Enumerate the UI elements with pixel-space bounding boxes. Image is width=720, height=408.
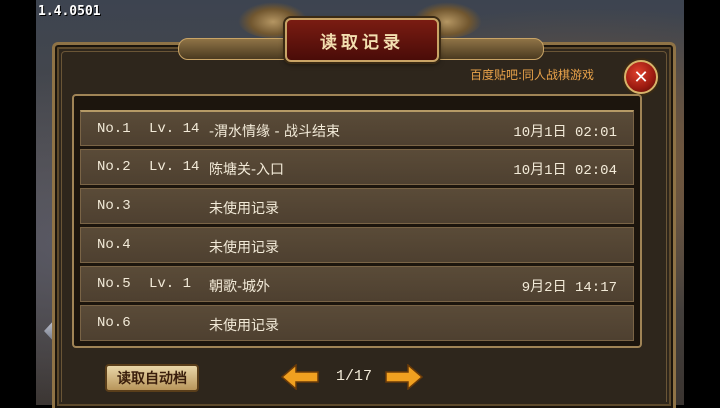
slot-level: Lv. 1 <box>149 276 192 292</box>
load-autosave-button[interactable]: 读取自动档 <box>105 364 199 392</box>
slot-level: Lv. 14 <box>149 121 200 137</box>
save-slot-1[interactable]: No.1 Lv. 14 -渭水情缘 - 战斗结束 10月1日 02:01 <box>80 110 634 146</box>
dialog-title: 读取记录 <box>285 18 439 62</box>
slot-level: Lv. 14 <box>149 159 200 175</box>
slot-number: No.5 <box>97 276 131 292</box>
next-page-arrow-icon[interactable] <box>384 364 424 390</box>
header-ornament-right <box>432 38 544 60</box>
save-slot-3[interactable]: No.3 未使用记录 <box>80 188 634 224</box>
slot-number: No.1 <box>97 121 131 137</box>
slot-location: 陈塘关-入口 <box>209 162 285 178</box>
save-slot-2[interactable]: No.2 Lv. 14 陈塘关-入口 10月1日 02:04 <box>80 149 634 185</box>
tagline-text: 百度贴吧:同人战棋游戏 <box>470 68 595 82</box>
version-label: 1.4.0501 <box>38 4 101 19</box>
slot-location: 未使用记录 <box>209 318 279 334</box>
slot-time: 9月2日 14:17 <box>521 280 617 296</box>
close-button[interactable]: ✕ <box>624 60 658 94</box>
prev-page-arrow-icon[interactable] <box>280 364 320 390</box>
slot-number: No.3 <box>97 198 131 214</box>
slot-location: -渭水情缘 - 战斗结束 <box>209 124 341 140</box>
save-slot-6[interactable]: No.6 未使用记录 <box>80 305 634 341</box>
slot-location: 朝歌-城外 <box>209 279 271 295</box>
slot-location: 未使用记录 <box>209 240 279 256</box>
slot-time: 10月1日 02:01 <box>513 125 617 141</box>
slot-number: No.4 <box>97 237 131 253</box>
save-slot-5[interactable]: No.5 Lv. 1 朝歌-城外 9月2日 14:17 <box>80 266 634 302</box>
slot-number: No.2 <box>97 159 131 175</box>
save-slot-list: No.1 Lv. 14 -渭水情缘 - 战斗结束 10月1日 02:01 No.… <box>72 94 642 348</box>
slot-location: 未使用记录 <box>209 201 279 217</box>
slot-time: 10月1日 02:04 <box>513 163 617 179</box>
slot-number: No.6 <box>97 315 131 331</box>
page-indicator: 1/17 <box>335 368 372 385</box>
save-slot-4[interactable]: No.4 未使用记录 <box>80 227 634 263</box>
header-ornament-left <box>178 38 290 60</box>
